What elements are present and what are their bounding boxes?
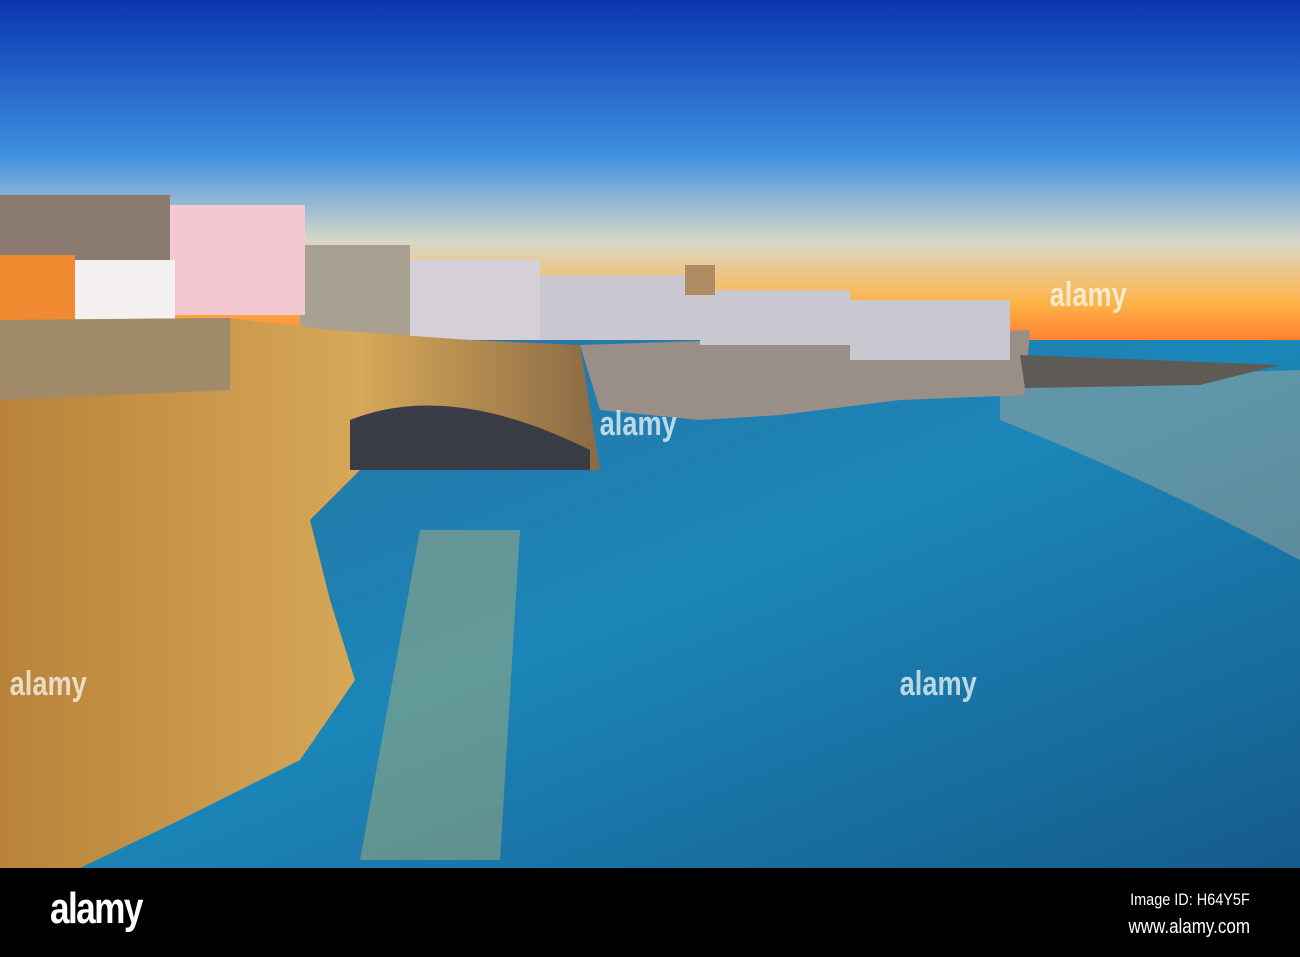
watermark-text: alamy [9, 665, 87, 703]
watermark-text: alamy [1049, 276, 1127, 314]
footer-bar: alamy Image ID: H64Y5F www.alamy.com [0, 868, 1300, 957]
watermark-text: alamy [899, 665, 977, 703]
stock-photo-frame: alamy alamy alamy alamy alamy Image ID: … [0, 0, 1300, 957]
image-id-label: Image ID: H64Y5F [1130, 890, 1250, 909]
alamy-logo: alamy [50, 884, 143, 933]
website-link[interactable]: www.alamy.com [1128, 916, 1250, 939]
watermark-text: alamy [599, 405, 677, 443]
